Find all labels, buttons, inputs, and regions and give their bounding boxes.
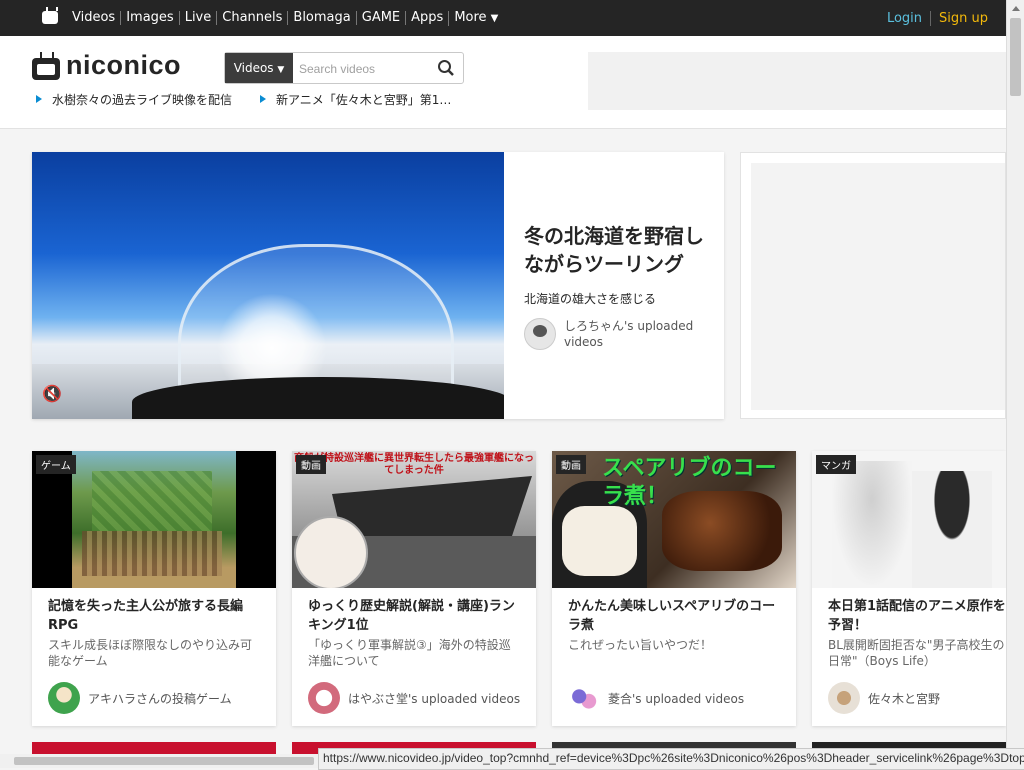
thumbnail-overlay-text: 商船が特設巡洋艦に異世界転生したら最強軍艦になってしまった件 [294, 453, 534, 476]
featured-video[interactable]: 🔇 冬の北海道を野宿しながらツーリング 北海道の雄大さを感じる しろちゃん's … [32, 152, 724, 419]
nav-more-label: More [454, 9, 487, 25]
nav-more[interactable]: More ▼ [448, 9, 503, 26]
card-description: 「ゆっくり軍事解説③」海外の特設巡洋艦について [308, 638, 511, 668]
top-nav-bar: Videos Images Live Channels Blomaga GAME… [0, 0, 1006, 36]
uploader-name[interactable]: しろちゃん's uploaded videos [564, 318, 714, 350]
auth-links: Login Sign up [879, 0, 988, 36]
card-title[interactable]: ゆっくり歴史解説(解説・講座)ランキング1位 [308, 597, 522, 635]
featured-thumbnail[interactable]: 🔇 [32, 152, 504, 419]
card-thumbnail[interactable]: スペアリブのコーラ煮！ [552, 451, 796, 588]
chevron-down-icon: ▼ [277, 65, 285, 75]
uploader-avatar[interactable] [524, 318, 556, 350]
card-description: これぜったい旨いやつだ！ [568, 638, 713, 652]
owner-avatar[interactable] [48, 682, 80, 714]
featured-title[interactable]: 冬の北海道を野宿しながらツーリング [524, 222, 714, 278]
nav-blomaga[interactable]: Blomaga [287, 11, 355, 25]
owner-name[interactable]: 菱合's uploaded videos [608, 690, 788, 707]
link-status-url: https://www.nicovideo.jp/video_top?cmnhd… [318, 748, 1024, 770]
owner-avatar[interactable] [308, 682, 340, 714]
chevron-down-icon: ▼ [490, 12, 499, 24]
nav-game[interactable]: GAME [355, 11, 405, 25]
search-box: Videos ▼ [224, 52, 464, 85]
nav-live[interactable]: Live [178, 11, 217, 25]
category-badge: 動画 [296, 455, 326, 474]
content-card[interactable]: ゲーム 記憶を失った主人公が旅する長編RPG スキル成長ほぼ際限なしのやり込み可… [32, 451, 276, 726]
mute-icon[interactable]: 🔇 [42, 384, 66, 408]
card-title[interactable]: かんたん美味しいスペアリブのコーラ煮 [568, 597, 782, 635]
content-card[interactable]: マンガ 本日第1話配信のアニメ原作を予習！ BL展開断固拒否な"男子高校生の日常… [812, 451, 1006, 726]
scroll-thumb[interactable] [14, 757, 314, 765]
card-description: BL展開断固拒否な"男子高校生の日常"（Boys Life） [828, 638, 1005, 668]
niconico-home-icon[interactable] [42, 11, 58, 24]
pickup-link[interactable]: 水樹奈々の過去ライブ映像を配信 [52, 91, 232, 108]
card-thumbnail[interactable]: 商船が特設巡洋艦に異世界転生したら最強軍艦になってしまった件 [292, 451, 536, 588]
scroll-up-icon[interactable] [1012, 6, 1020, 11]
search-type-select[interactable]: Videos ▼ [225, 53, 293, 83]
thumbnail-overlay-text: スペアリブのコーラ煮！ [602, 456, 777, 509]
motorcycle-handlebars [132, 377, 504, 419]
header-ad-space [588, 52, 1006, 110]
content-card[interactable]: 商船が特設巡洋艦に異世界転生したら最強軍艦になってしまった件 動画 ゆっくり歴史… [292, 451, 536, 726]
pickup-arrow-icon [260, 95, 266, 103]
category-badge: ゲーム [36, 455, 76, 474]
owner-avatar[interactable] [568, 682, 600, 714]
login-link[interactable]: Login [879, 11, 930, 26]
pickup-link[interactable]: 新アニメ「佐々木と宮野」第1… [276, 91, 451, 108]
owner-name[interactable]: アキハラさんの投稿ゲーム [88, 690, 268, 707]
card-title[interactable]: 記憶を失った主人公が旅する長編RPG [48, 597, 262, 635]
niconico-logo[interactable]: niconico [32, 50, 212, 84]
search-icon[interactable] [437, 59, 455, 77]
nav-images[interactable]: Images [120, 11, 179, 25]
tv-logo-icon [32, 52, 60, 80]
service-nav: Videos Images Live Channels Blomaga GAME… [64, 0, 503, 36]
nav-videos[interactable]: Videos [64, 11, 120, 25]
logo-text: niconico [66, 50, 182, 80]
content-card[interactable]: スペアリブのコーラ煮！ 動画 かんたん美味しいスペアリブのコーラ煮 これぜったい… [552, 451, 796, 726]
side-ad-space [740, 152, 1006, 419]
next-row-card[interactable] [32, 742, 276, 754]
signup-link[interactable]: Sign up [930, 10, 988, 26]
pickup-arrow-icon [36, 95, 42, 103]
search-type-label: Videos [233, 61, 274, 75]
vertical-scrollbar[interactable] [1006, 0, 1024, 768]
owner-avatar[interactable] [828, 682, 860, 714]
nav-channels[interactable]: Channels [216, 11, 287, 25]
search-input[interactable] [297, 53, 431, 85]
card-title[interactable]: 本日第1話配信のアニメ原作を予習！ [828, 597, 1006, 635]
nav-apps[interactable]: Apps [405, 11, 448, 25]
owner-name[interactable]: 佐々木と宮野 [868, 690, 998, 707]
category-badge: 動画 [556, 455, 586, 474]
category-badge: マンガ [816, 455, 856, 474]
scroll-thumb[interactable] [1010, 18, 1021, 96]
card-description: スキル成長ほぼ際限なしのやり込み可能なゲーム [48, 638, 253, 668]
owner-name[interactable]: はやぶさ堂's uploaded videos [348, 690, 528, 707]
featured-subtitle: 北海道の雄大さを感じる [524, 292, 657, 306]
